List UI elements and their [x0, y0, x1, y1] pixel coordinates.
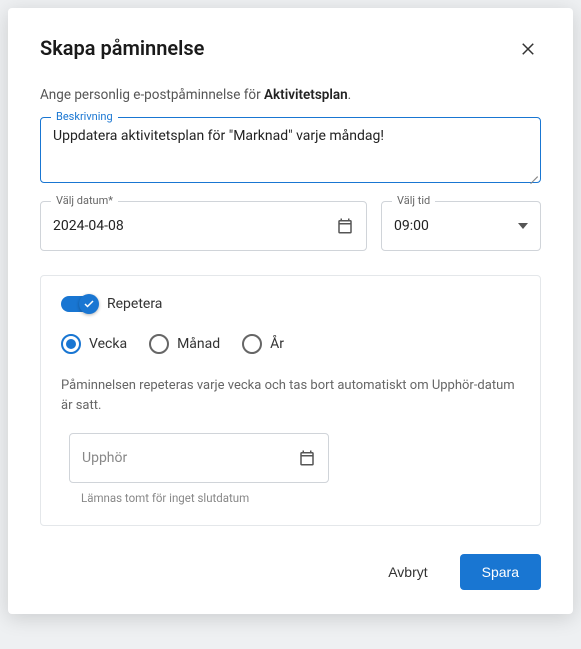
radio-week-label: Vecka [89, 336, 127, 352]
date-label: Välj datum* [51, 194, 118, 207]
radio-month[interactable]: Månad [149, 334, 220, 354]
description-textarea[interactable] [53, 128, 528, 168]
radio-year-label: År [270, 336, 284, 352]
radio-circle [149, 334, 169, 354]
radio-circle [242, 334, 262, 354]
intro-text: Ange personlig e-postpåminnelse för Akti… [40, 87, 541, 103]
radio-month-label: Månad [177, 336, 220, 352]
cancel-button[interactable]: Avbryt [376, 556, 439, 588]
radio-week[interactable]: Vecka [61, 334, 127, 354]
chevron-down-icon [518, 223, 528, 229]
checkmark-icon [83, 295, 95, 314]
create-reminder-modal: Skapa påminnelse Ange personlig e-postpå… [8, 8, 573, 614]
calendar-icon [298, 449, 316, 467]
repeat-toggle-row: Repetera [61, 296, 520, 312]
date-value: 2024-04-08 [53, 218, 124, 234]
repeat-info-text: Påminnelsen repeteras varje vecka och ta… [61, 376, 520, 415]
time-value: 09:00 [394, 218, 429, 234]
frequency-radio-group: Vecka Månad År [61, 334, 520, 354]
repeat-toggle[interactable] [61, 296, 97, 312]
calendar-icon [336, 217, 354, 235]
date-field[interactable]: Välj datum* 2024-04-08 [40, 201, 367, 251]
radio-dot [66, 339, 76, 349]
close-icon [519, 40, 537, 61]
resize-handle-icon [526, 168, 538, 180]
repeat-section: Repetera Vecka Månad År Påminnelsen repe… [40, 275, 541, 526]
time-field[interactable]: Välj tid 09:00 [381, 201, 541, 251]
radio-year[interactable]: År [242, 334, 284, 354]
end-date-helper: Lämnas tomt för inget slutdatum [81, 491, 520, 505]
repeat-toggle-label: Repetera [107, 296, 162, 312]
date-time-row: Välj datum* 2024-04-08 Välj tid 09:00 [40, 201, 541, 251]
modal-footer: Avbryt Spara [40, 554, 541, 590]
save-button[interactable]: Spara [460, 554, 541, 590]
description-label: Beskrivning [51, 110, 118, 123]
end-date-field[interactable]: Upphör [69, 433, 329, 483]
toggle-thumb [79, 294, 99, 314]
description-field[interactable]: Beskrivning [40, 117, 541, 183]
modal-title: Skapa påminnelse [40, 36, 204, 60]
modal-header: Skapa påminnelse [40, 36, 541, 65]
radio-circle [61, 334, 81, 354]
time-label: Välj tid [392, 194, 435, 207]
end-date-placeholder: Upphör [82, 450, 127, 466]
close-button[interactable] [515, 36, 541, 65]
